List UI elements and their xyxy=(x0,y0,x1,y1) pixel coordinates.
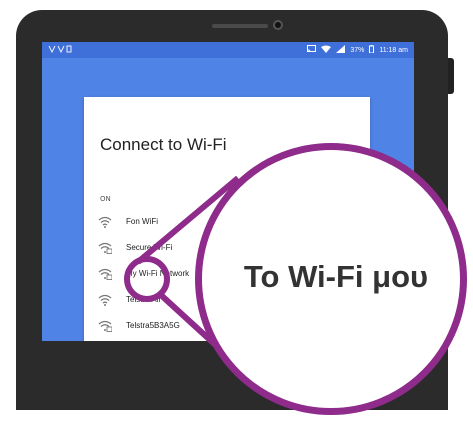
magnifier-focus-ring xyxy=(124,256,170,302)
magnified-network-name: Το Wi-Fi μου xyxy=(243,259,429,294)
